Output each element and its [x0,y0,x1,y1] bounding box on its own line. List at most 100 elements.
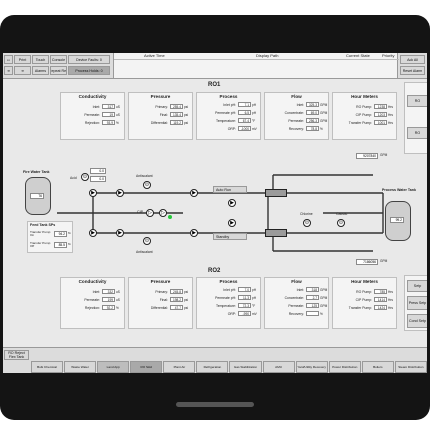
cip-label: CIP [137,210,143,214]
card-title: Hour Meters [351,279,378,284]
measurement-row: Permeate: 19 uS [61,111,124,119]
cond-setp-button[interactable]: Cond Setp [407,314,427,328]
measurement-value: 47.7 [170,305,183,311]
antiscalant-top-label: Antiscalant [136,174,153,178]
measurement-label: Temperature: [216,303,236,308]
screen-icon-button[interactable]: ▭ [4,55,13,64]
card-rows: Primary: 245.8 psi Final: 198.2 psi Differenti… [129,288,192,312]
reset-alarm-button[interactable]: Reset Alarm [400,66,425,75]
process-holds-button[interactable]: Process Holds: 0 [68,66,110,75]
card-rows: RO Pump: 785 Hrs CIP Pump: 1414 Hrs Transfer P… [333,288,396,312]
alarms-button[interactable]: Alarms [32,66,49,75]
ro2-main-pump-icon[interactable]: ▶ [228,219,236,227]
feed-pump-bottom-icon[interactable]: ▶ [89,229,97,237]
alarm-table-divider [114,59,399,60]
ro2-pump-icon[interactable]: ▶ [190,229,198,237]
measurement-value: 1238 [374,104,387,110]
measurement-unit: psi [184,120,189,125]
feed-pump-top-icon[interactable]: ▶ [89,189,97,197]
back-button[interactable]: ➔ [4,66,13,75]
transfer-pump-icon[interactable]: ▶ [116,189,124,197]
tab-land-app[interactable]: Land App [97,361,130,373]
print-button[interactable]: Print [14,55,31,64]
measurement-unit: psi [184,305,189,310]
tab-plant-air[interactable]: Plant Air [163,361,196,373]
chlorine-pump-icon[interactable]: ⊙ [303,219,311,227]
measurement-unit: uS [116,112,120,117]
ro1-main-pump-icon[interactable]: ▶ [228,199,236,207]
tab-bulk-chemical[interactable]: Bulk Chemical [31,361,64,373]
press-setp-button[interactable]: Press Setp [407,296,427,310]
measurement-row: Temperature: 67.4 °F [197,117,260,125]
hmi-screen: ▭ Print Touch Console Device Faults: 0 ➔… [3,53,427,373]
antiscalant-top-pump-icon[interactable]: ⊙ [143,181,151,189]
tab-yard-utility-recovery[interactable]: Yard/Utility Recovery [295,361,328,373]
bottom-nav: RO Reject Flex Tank Bulk Chemical Waste … [3,347,427,373]
process-water-tank-label: Process Water Tank [382,188,416,192]
ro-side-button-1[interactable]: RO [407,95,427,107]
cip-pump-2-icon[interactable]: ▷ [159,209,167,217]
measurement-label: Recovery: [288,126,304,131]
measurement-label: Rejection: [84,120,100,125]
ro-side-button-2[interactable]: RO [407,127,427,139]
measurement-row: CIP Pump: 1414 Hrs [333,296,396,304]
ro1-flow-card: Flow Inlet: 325.3 GPM Concentrate: 69.0 GPM Pe… [264,92,329,140]
fire-water-tank-label: Fire Water Tank [23,170,50,174]
measurement-value: 256.3 [306,118,319,124]
measurement-unit: Hrs [388,305,393,310]
transfer-on-value[interactable]: 94.2 [54,231,67,237]
measurement-label: Inlet: [296,287,304,292]
measurement-value: 255.4 [170,104,183,110]
antiscalant-bottom-pump-icon[interactable]: ⊙ [143,237,151,245]
card-rows: Inlet: 317 uS Permeate: 19 uS Rejection: 93.9% [61,103,124,127]
card-title: Flow [291,94,302,99]
bottom-total: 7186056 [356,259,378,265]
console-button[interactable]: Console [50,55,67,64]
transfer-off-label: Transfer Pump Off [30,241,51,249]
measurement-unit: % [320,311,323,316]
tab-steam-distribution[interactable]: Steam Distribution [394,361,427,373]
forward-button[interactable]: ➔ [14,66,31,75]
tab-power-distribution[interactable]: Power Distribution [328,361,361,373]
tab-gas-stabilization[interactable]: Gas Stabilization [229,361,262,373]
ro1-pump-icon[interactable]: ▶ [190,189,198,197]
measurement-row: Final: 198.2 psi [129,296,192,304]
auto-run-status: Auto Run [213,186,247,193]
measurement-unit: psi [184,112,189,117]
measurement-row: Temperature: 72.3 °F [197,302,260,310]
measurement-row: Transfer Pump: 1001 Hrs [333,119,396,127]
ro-reject-flex-tank-button[interactable]: RO Reject Flex Tank [4,350,29,360]
tab-waste-water[interactable]: Waste Water [64,361,97,373]
transfer-pump-2-icon[interactable]: ▶ [116,229,124,237]
device-faults-button[interactable]: Device Faults: 0 [68,55,110,64]
measurement-row: Inlet: 332 uS [61,288,124,296]
top-total: 9207840 [356,153,378,159]
measurement-unit: mV [252,126,257,131]
tab-refrigeration[interactable]: Refrigeration [196,361,229,373]
card-rows: Inlet: 325.3 GPM Concentrate: 69.0 GPM Permeat… [265,101,328,133]
tab-ro-skid[interactable]: RO Skid [130,361,163,373]
measurement-value: 318 [306,287,319,293]
measurement-value: 1001 [374,120,387,126]
measurement-value: 135.4 [170,112,183,118]
ack-all-button[interactable]: Ack All [400,55,425,64]
card-title: Flow [291,279,302,284]
setp-button[interactable]: Setp [407,280,427,292]
acid-pump-icon[interactable]: ⊙ [81,173,89,181]
tab-boilers[interactable]: Boilers [361,361,394,373]
tab-amu[interactable]: AMU [262,361,295,373]
touch-button[interactable]: Touch [32,55,49,64]
ro1-pressure-card: Pressure Primary: 255.4 psi Final: 135.4 psi D… [128,92,193,140]
ro1-membrane-array [265,189,287,197]
transfer-off-value[interactable]: 85.5 [54,242,67,248]
caustic-pump-icon[interactable]: ⊙ [337,219,345,227]
cip-pump-icon[interactable]: ▷ [146,209,154,217]
repeat-reg-button[interactable]: Repeat Reg [50,66,67,75]
measurement-unit: uS [116,104,120,109]
alarm-table[interactable]: Active Time Display Path Current State P… [113,53,399,78]
ro1-hour-meters-card: Hour Meters RO Pump: 1238 Hrs CIP Pump: 1203… [332,92,397,140]
measurement-row: Differential: 47.7 psi [129,304,192,312]
measurement-label: Inlet: [92,289,100,294]
measurement-label: Permeate pH: [215,110,236,115]
measurement-value: 19 [102,112,115,118]
